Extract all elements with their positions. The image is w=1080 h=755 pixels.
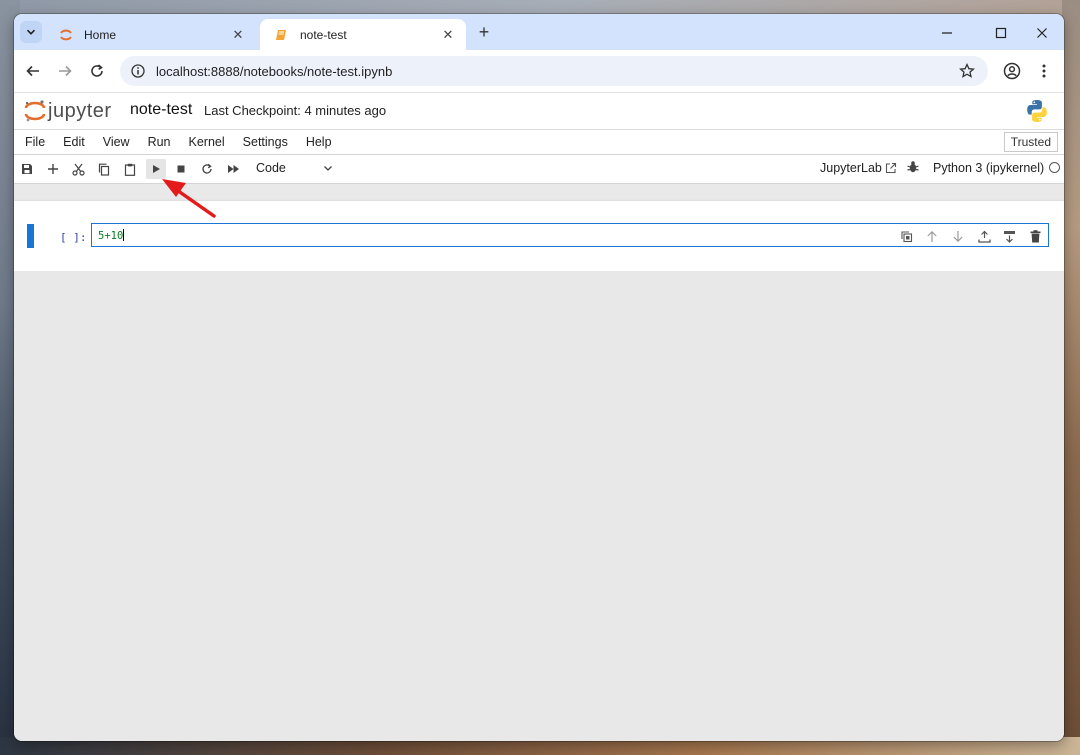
forward-button[interactable]: [55, 61, 75, 81]
open-in-jupyterlab-button[interactable]: JupyterLab: [820, 161, 897, 175]
new-tab-button[interactable]: +: [474, 22, 494, 42]
save-button[interactable]: [17, 159, 37, 179]
python-logo-icon: [1025, 99, 1049, 128]
account-icon: [1003, 62, 1021, 80]
browser-window: Home ✕ note-test ✕ + localhost:8888/note…: [14, 14, 1064, 741]
notebook-background: [14, 271, 1064, 741]
minimize-icon: [942, 32, 952, 34]
clipboard-icon: [124, 163, 136, 176]
back-button[interactable]: [23, 61, 43, 81]
text-cursor: [123, 229, 125, 241]
maximize-button[interactable]: [979, 20, 1023, 46]
tab-title: note-test: [300, 27, 347, 42]
cell-input-prompt: [ ]:: [60, 231, 87, 244]
jupyter-logo-icon: [24, 100, 46, 122]
close-window-button[interactable]: [1020, 20, 1064, 46]
menu-help[interactable]: Help: [306, 135, 332, 149]
trash-icon: [1030, 229, 1040, 242]
site-info-icon[interactable]: [130, 63, 146, 79]
menu-settings[interactable]: Settings: [243, 135, 288, 149]
menu-edit[interactable]: Edit: [63, 135, 85, 149]
scissors-icon: [71, 163, 85, 176]
notebook-title[interactable]: note-test: [130, 101, 192, 119]
minimize-button[interactable]: [925, 20, 969, 46]
code-input[interactable]: 5+10: [98, 229, 125, 242]
tab-search-button[interactable]: [20, 21, 42, 43]
arrow-right-icon: [59, 65, 72, 77]
paste-button[interactable]: [120, 159, 140, 179]
close-icon[interactable]: ✕: [230, 27, 246, 43]
kernel-status-icon: [1049, 162, 1060, 173]
tab-strip: Home ✕ note-test ✕ +: [14, 14, 1064, 50]
bookmark-star-icon[interactable]: [958, 62, 976, 80]
browser-menu-button[interactable]: [1034, 61, 1054, 81]
stop-icon: [177, 165, 185, 173]
kernel-name[interactable]: Python 3 (ipykernel): [933, 161, 1044, 175]
insert-cell-above-button[interactable]: [975, 227, 993, 245]
restart-kernel-button[interactable]: [197, 159, 217, 179]
copy-icon: [98, 163, 110, 176]
jupyter-logo-text: jupyter: [48, 99, 112, 122]
notebook-toolbar: Code JupyterLab Python 3 (ipykernel): [14, 155, 1064, 184]
omnibox[interactable]: localhost:8888/notebooks/note-test.ipynb: [120, 56, 988, 86]
last-checkpoint: Last Checkpoint: 4 minutes ago: [204, 103, 387, 118]
jupyter-favicon-icon: [58, 27, 74, 43]
kebab-menu-icon: [1042, 64, 1046, 78]
notebook-favicon-icon: [274, 27, 290, 43]
chevron-down-icon[interactable]: [322, 161, 334, 179]
reload-button[interactable]: [87, 61, 107, 81]
insert-cell-button[interactable]: [43, 159, 63, 179]
fast-forward-icon: [227, 165, 239, 173]
debugger-icon[interactable]: [906, 160, 920, 179]
cut-button[interactable]: [68, 159, 88, 179]
code-text: 5+10: [98, 230, 124, 242]
tab-note-test[interactable]: note-test ✕: [260, 19, 466, 50]
menu-bar: File Edit View Run Kernel Settings Help …: [14, 130, 1064, 155]
jupyterlab-label: JupyterLab: [820, 161, 882, 175]
arrow-down-icon: [953, 230, 963, 242]
close-icon: [1037, 28, 1047, 38]
restart-icon: [202, 163, 212, 174]
menu-kernel[interactable]: Kernel: [189, 135, 225, 149]
address-bar: localhost:8888/notebooks/note-test.ipynb: [14, 50, 1064, 93]
delete-cell-button[interactable]: [1026, 227, 1044, 245]
tab-title: Home: [84, 27, 117, 42]
url-text[interactable]: localhost:8888/notebooks/note-test.ipynb: [156, 64, 958, 79]
arrow-up-icon: [927, 230, 937, 242]
move-cell-up-button[interactable]: [923, 227, 941, 245]
maximize-icon: [995, 27, 1007, 39]
cell-type-select[interactable]: Code: [256, 161, 286, 175]
menu-run[interactable]: Run: [148, 135, 171, 149]
tab-home[interactable]: Home ✕: [44, 19, 256, 50]
duplicate-icon: [900, 230, 912, 242]
play-icon: [153, 165, 160, 173]
duplicate-cell-button[interactable]: [897, 227, 915, 245]
jupyter-logo[interactable]: jupyter: [24, 99, 112, 123]
move-cell-down-button[interactable]: [949, 227, 967, 245]
arrow-left-icon: [26, 65, 39, 77]
menu-view[interactable]: View: [103, 135, 130, 149]
menu-file[interactable]: File: [25, 135, 45, 149]
plus-icon: [48, 164, 58, 174]
desktop-wallpaper-right: [1062, 0, 1080, 755]
interrupt-kernel-button[interactable]: [171, 159, 191, 179]
insert-below-icon: [1003, 230, 1015, 243]
notebook-panel: [ ]: 5+10: [14, 201, 1064, 271]
external-link-icon: [885, 162, 896, 174]
jupyter-header: jupyter note-test Last Checkpoint: 4 min…: [14, 93, 1064, 130]
cell-editor[interactable]: 5+10: [91, 223, 1049, 247]
cell-collapser[interactable]: [27, 224, 34, 248]
profile-button[interactable]: [1002, 61, 1022, 81]
trusted-indicator[interactable]: Trusted: [1003, 132, 1058, 152]
run-cell-button[interactable]: [146, 159, 166, 179]
restart-run-all-button[interactable]: [223, 159, 243, 179]
reload-icon: [91, 64, 103, 77]
insert-cell-below-button[interactable]: [1000, 227, 1018, 245]
close-icon[interactable]: ✕: [440, 27, 456, 43]
insert-above-icon: [977, 230, 991, 243]
copy-button[interactable]: [94, 159, 114, 179]
chevron-down-icon: [26, 29, 36, 35]
save-icon: [22, 164, 32, 174]
